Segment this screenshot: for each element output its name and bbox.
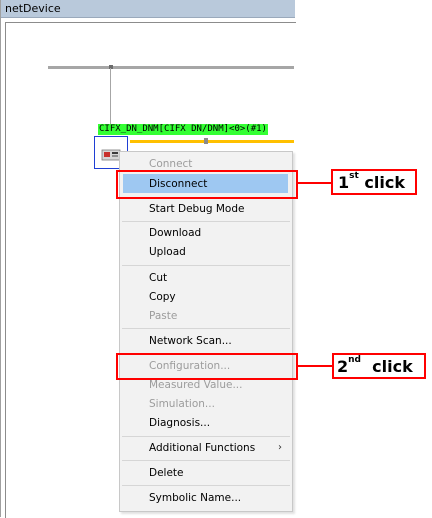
context-menu: Connect Disconnect Start Debug Mode Down… — [119, 151, 293, 512]
menu-separator — [122, 460, 290, 461]
menu-item-symbolic-name[interactable]: Symbolic Name... — [149, 492, 241, 505]
device-card-icon[interactable] — [101, 149, 121, 161]
submenu-arrow-icon: › — [278, 442, 282, 453]
menu-separator — [122, 436, 290, 437]
device-bus-junction — [204, 138, 208, 144]
menu-item-network-scan[interactable]: Network Scan... — [149, 335, 232, 348]
second-click-highlight-box — [116, 353, 298, 380]
device-bus-line — [130, 140, 294, 143]
second-click-suffix: nd — [348, 355, 361, 365]
first-click-highlight-box — [116, 170, 298, 199]
menu-item-measured-value[interactable]: Measured Value... — [149, 379, 242, 392]
network-bus-line — [48, 66, 294, 69]
second-click-pointer-line — [298, 365, 334, 367]
menu-item-upload[interactable]: Upload — [149, 246, 186, 259]
menu-item-start-debug-mode[interactable]: Start Debug Mode — [149, 203, 244, 216]
first-click-callout: 1st click — [331, 169, 417, 195]
menu-item-paste[interactable]: Paste — [149, 310, 177, 323]
device-label[interactable]: CIFX_DN_DNM[CIFX DN/DNM]<0>(#1) — [98, 124, 268, 135]
second-click-ordinal: 2 — [337, 356, 349, 376]
menu-item-simulation[interactable]: Simulation... — [149, 398, 215, 411]
menu-separator — [122, 485, 290, 486]
menu-item-delete[interactable]: Delete — [149, 467, 184, 480]
menu-separator — [122, 328, 290, 329]
window-title: netDevice — [1, 0, 295, 18]
first-click-ordinal: 1 — [338, 172, 350, 192]
first-click-text: click — [364, 172, 405, 192]
menu-item-diagnosis[interactable]: Diagnosis... — [149, 417, 210, 430]
menu-item-additional-functions[interactable]: Additional Functions — [149, 442, 255, 455]
menu-item-copy[interactable]: Copy — [149, 291, 176, 304]
bus-drop-line — [110, 68, 111, 125]
menu-item-download[interactable]: Download — [149, 227, 201, 240]
first-click-pointer-line — [298, 182, 333, 184]
first-click-suffix: st — [349, 171, 359, 181]
second-click-text: click — [372, 356, 413, 376]
menu-separator — [122, 221, 290, 222]
menu-separator — [122, 265, 290, 266]
second-click-callout: 2nd click — [332, 353, 426, 379]
menu-item-cut[interactable]: Cut — [149, 272, 167, 285]
